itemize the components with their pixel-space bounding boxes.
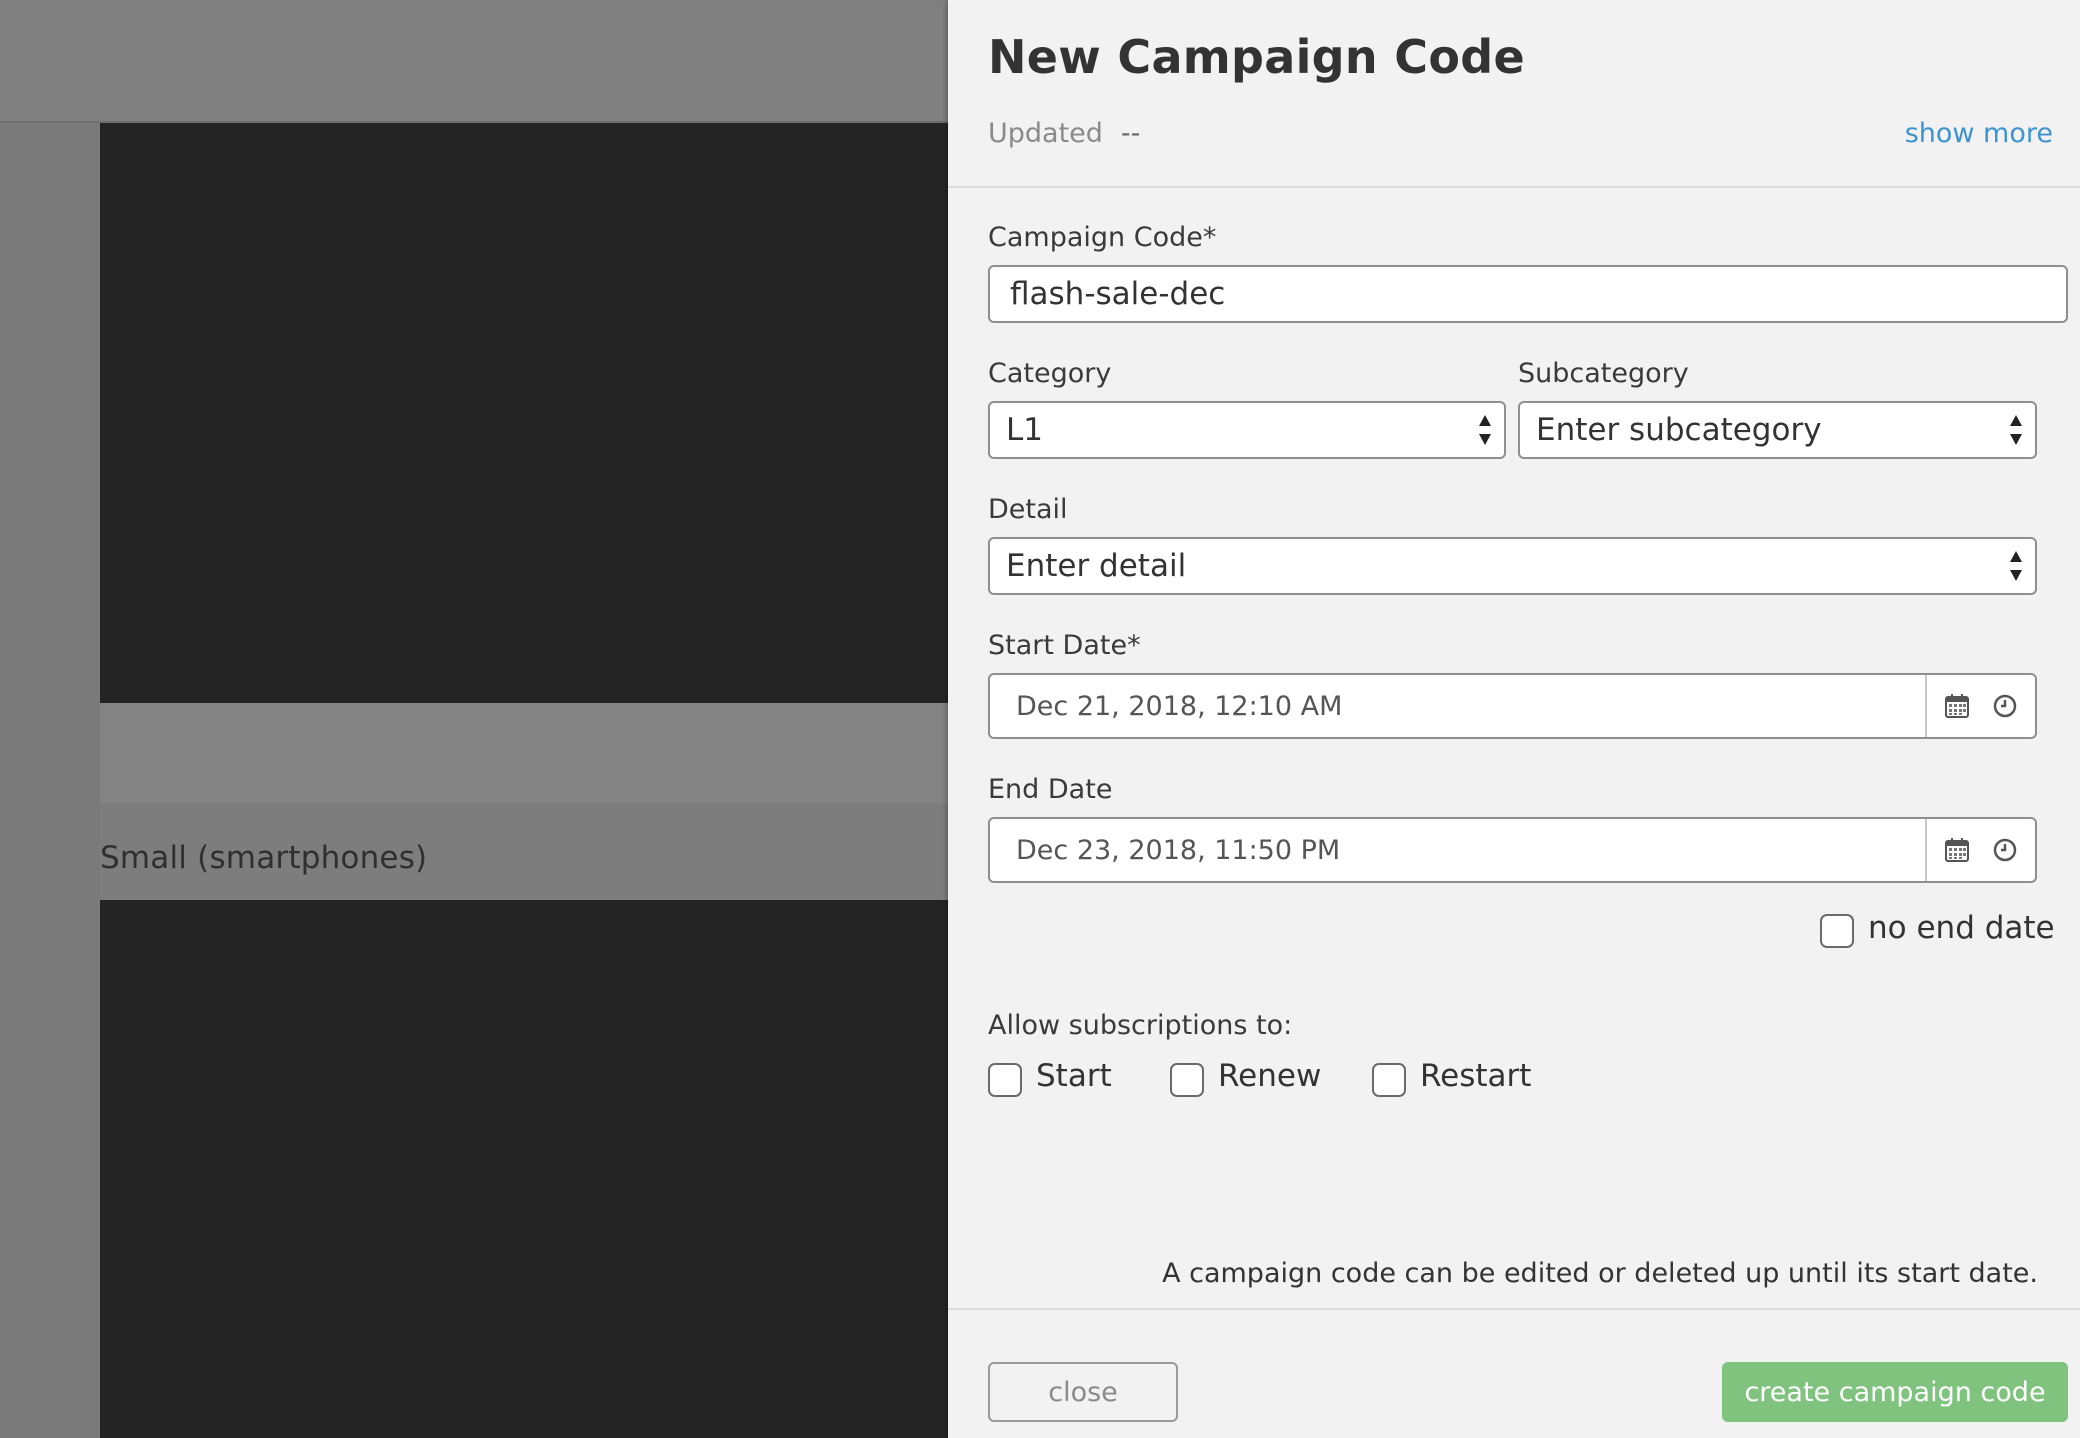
start-date-label: Start Date*: [988, 630, 1141, 661]
subscription-start-checkbox[interactable]: [988, 1063, 1022, 1097]
subscription-renew-checkbox[interactable]: [1170, 1063, 1204, 1097]
subscription-renew-label[interactable]: Renew: [1218, 1058, 1321, 1094]
category-select[interactable]: L1: [988, 401, 1506, 459]
end-date-icons: [1925, 819, 2035, 881]
footer-divider: [948, 1308, 2080, 1310]
no-end-date-checkbox[interactable]: [1820, 914, 1854, 948]
no-end-date-label[interactable]: no end date: [1868, 910, 2055, 946]
select-arrows-icon: [2010, 551, 2022, 581]
edit-policy-note: A campaign code can be edited or deleted…: [1162, 1258, 2038, 1289]
detail-select[interactable]: Enter detail: [988, 537, 2037, 595]
end-date-value[interactable]: Dec 23, 2018, 11:50 PM: [990, 835, 1925, 866]
clock-icon[interactable]: [1992, 693, 2018, 719]
background-preview-label: Small (smartphones): [100, 840, 428, 876]
background-band: [100, 703, 950, 803]
subcategory-label: Subcategory: [1518, 358, 1689, 389]
create-campaign-code-button[interactable]: create campaign code: [1722, 1362, 2068, 1422]
calendar-icon[interactable]: [1944, 693, 1970, 719]
select-arrows-icon: [2010, 415, 2022, 445]
select-arrows-icon: [1479, 415, 1491, 445]
close-button[interactable]: close: [988, 1362, 1178, 1422]
subscriptions-label: Allow subscriptions to:: [988, 1010, 1293, 1041]
updated-row: Updated --: [988, 118, 1140, 149]
background-preview-small: [100, 900, 950, 1438]
detail-select-value: Enter detail: [1006, 548, 1187, 584]
category-select-value: L1: [1006, 412, 1043, 448]
campaign-code-drawer: New Campaign Code Updated -- show more Ca…: [948, 0, 2080, 1438]
background-left-strip: [0, 123, 100, 1438]
background-preview-large: [100, 123, 950, 703]
updated-value: --: [1120, 118, 1141, 149]
show-more-link[interactable]: show more: [1905, 118, 2053, 149]
background-top-bar: [0, 0, 950, 123]
header-divider: [948, 186, 2080, 188]
start-date-picker[interactable]: Dec 21, 2018, 12:10 AM: [988, 673, 2037, 739]
start-date-value[interactable]: Dec 21, 2018, 12:10 AM: [990, 691, 1925, 722]
subscription-restart-checkbox[interactable]: [1372, 1063, 1406, 1097]
subcategory-select-value: Enter subcategory: [1536, 412, 1822, 448]
campaign-code-input[interactable]: [988, 265, 2068, 323]
category-label: Category: [988, 358, 1112, 389]
campaign-code-label: Campaign Code*: [988, 222, 1217, 253]
calendar-icon[interactable]: [1944, 837, 1970, 863]
app-viewport: Small (smartphones) New Campaign Code Up…: [0, 0, 2080, 1438]
start-date-icons: [1925, 675, 2035, 737]
subcategory-select[interactable]: Enter subcategory: [1518, 401, 2037, 459]
end-date-label: End Date: [988, 774, 1113, 805]
drawer-title: New Campaign Code: [988, 30, 1525, 84]
detail-label: Detail: [988, 494, 1068, 525]
end-date-picker[interactable]: Dec 23, 2018, 11:50 PM: [988, 817, 2037, 883]
clock-icon[interactable]: [1992, 837, 2018, 863]
subscription-restart-label[interactable]: Restart: [1420, 1058, 1531, 1094]
subscription-start-label[interactable]: Start: [1036, 1058, 1112, 1094]
updated-label: Updated: [988, 118, 1103, 149]
